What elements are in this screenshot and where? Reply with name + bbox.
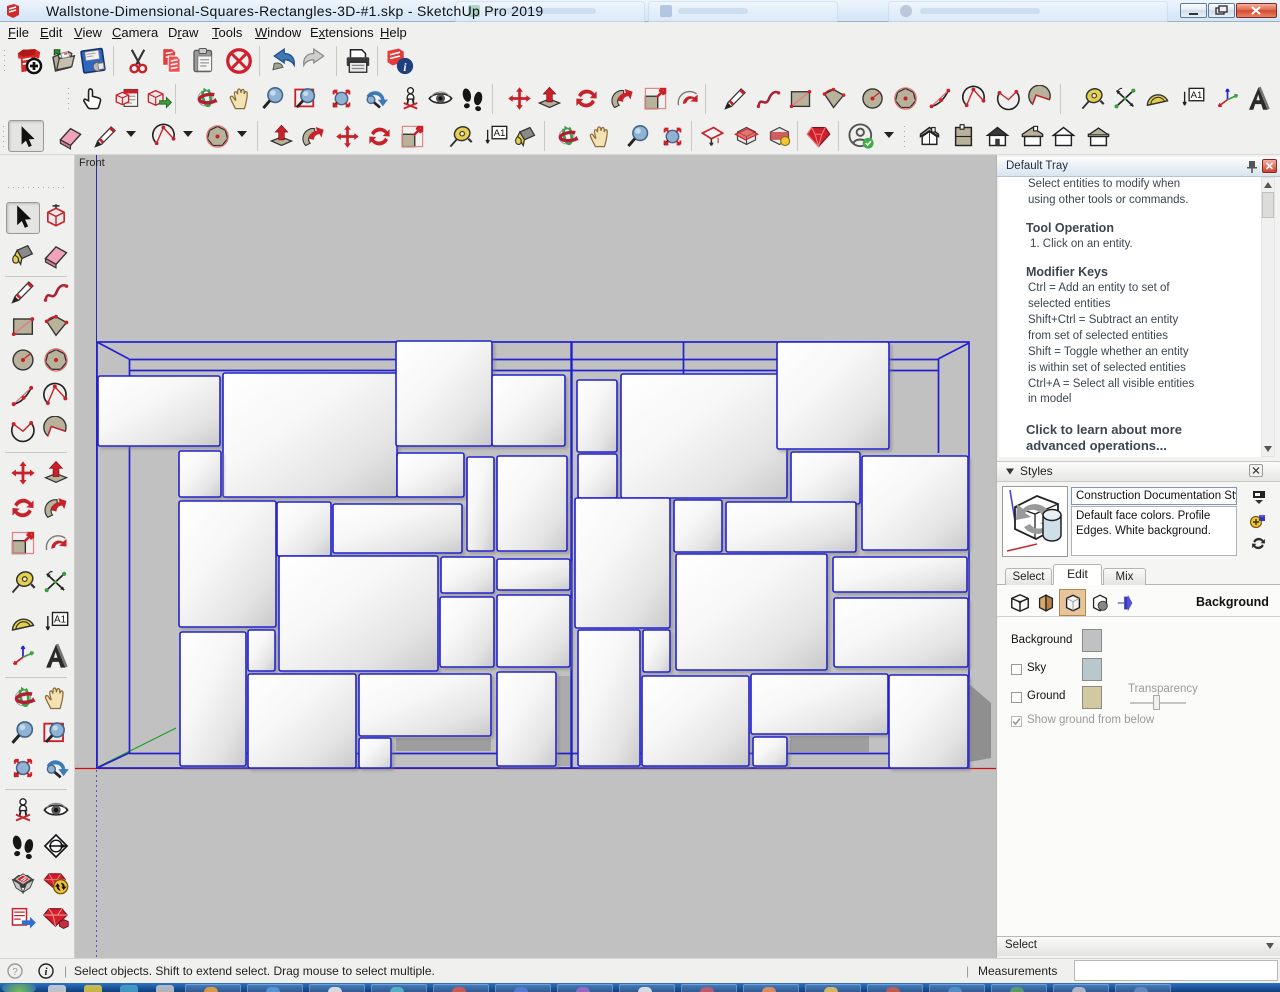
svg-text:A1: A1 (494, 128, 506, 139)
svg-text:i: i (44, 966, 48, 978)
svg-text:A1: A1 (54, 614, 67, 625)
svg-text:?: ? (12, 967, 18, 978)
svg-text:A1: A1 (1191, 90, 1203, 101)
